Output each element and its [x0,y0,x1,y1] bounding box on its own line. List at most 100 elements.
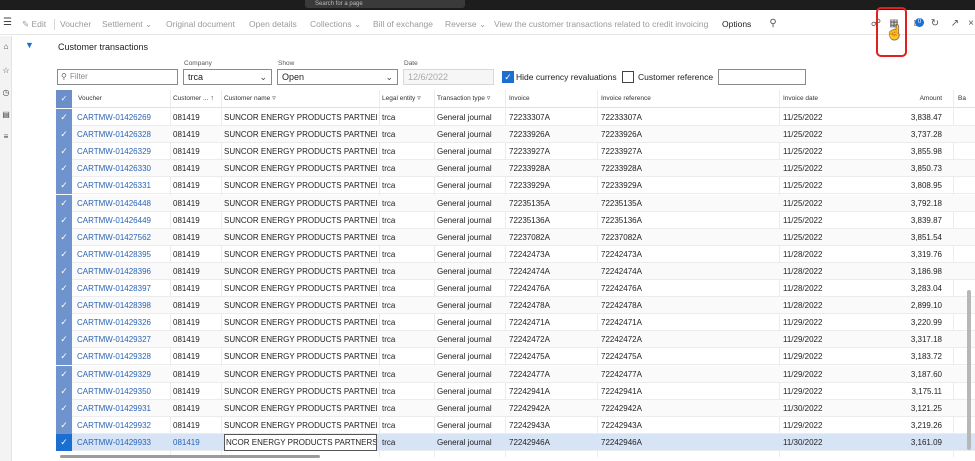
global-search-box[interactable]: Search for a page [305,0,465,8]
row-select-checkbox[interactable]: ✓ [56,433,72,451]
customer-reference-input[interactable] [718,69,806,85]
horizontal-scrollbar[interactable] [60,455,320,458]
voucher-cell[interactable]: CARTMW-01428398 [77,297,169,314]
table-row[interactable]: ✓ CARTMW-01428396 081419 SUNCOR ENERGY PROD… [56,262,975,280]
voucher-cell[interactable]: CARTMW-01427562 [77,229,169,246]
search-icon[interactable]: ⚲ [766,17,780,31]
voucher-cell[interactable]: CARTMW-01428397 [77,280,169,297]
open-details-button[interactable]: Open details [249,13,297,35]
credit-invoicing-transactions-button[interactable]: View the customer transactions related t… [494,13,708,35]
voucher-cell[interactable]: CARTMW-01426448 [77,195,169,212]
row-select-checkbox[interactable]: ✓ [56,245,72,263]
voucher-cell[interactable]: CARTMW-01426329 [77,143,169,160]
workspace-icon[interactable]: ▤ [1,110,11,119]
options-tab[interactable]: Options [722,13,751,35]
show-select[interactable]: Open ⌄ [277,69,398,85]
row-select-checkbox[interactable]: ✓ [56,416,72,434]
table-row[interactable]: ✓ CARTMW-01429329 081419 SUNCOR ENERGY PROD… [56,365,975,383]
row-select-checkbox[interactable]: ✓ [56,348,72,366]
hamburger-icon[interactable]: ☰ [3,18,13,28]
column-header-invoice-reference[interactable]: Invoice reference [601,90,651,108]
row-select-checkbox[interactable]: ✓ [56,143,72,161]
company-select[interactable]: trca ⌄ [183,69,272,85]
table-row[interactable]: ✓ CARTMW-01426328 081419 SUNCOR ENERGY PROD… [56,126,975,144]
voucher-cell[interactable]: CARTMW-01429326 [77,314,169,331]
table-row[interactable]: ✓ CARTMW-01426330 081419 SUNCOR ENERGY PROD… [56,160,975,178]
grid-filter-input[interactable]: ⚲ Filter [57,69,178,85]
row-select-checkbox[interactable]: ✓ [56,280,72,297]
row-select-checkbox[interactable]: ✓ [56,314,72,332]
close-icon[interactable]: × [964,17,975,31]
row-select-checkbox[interactable]: ✓ [56,160,72,178]
column-header-voucher[interactable]: Voucher [78,90,102,108]
table-row[interactable]: ✓ CARTMW-01429328 081419 SUNCOR ENERGY PROD… [56,348,975,366]
voucher-cell[interactable]: CARTMW-01429350 [77,383,169,400]
row-select-checkbox[interactable]: ✓ [56,365,72,383]
voucher-cell[interactable]: CARTMW-01426330 [77,160,169,177]
table-row[interactable]: ✓ CARTMW-01428395 081419 SUNCOR ENERGY PROD… [56,245,975,263]
settlement-menu[interactable]: Settlement ⌄ [102,13,152,35]
voucher-cell[interactable]: CARTMW-01426269 [77,109,169,126]
column-header-transaction-type[interactable]: Transaction type ▿ [437,90,490,108]
table-row[interactable]: ✓ CARTMW-01429933 081419 NCOR ENERGY PRODUC… [56,433,975,451]
table-row[interactable]: ✓ CARTMW-01429326 081419 SUNCOR ENERGY PROD… [56,314,975,332]
customer-reference-checkbox[interactable] [622,71,634,83]
voucher-cell[interactable]: CARTMW-01426331 [77,177,169,194]
popout-icon[interactable]: ↗ [948,17,962,31]
collections-menu[interactable]: Collections ⌄ [310,13,361,35]
voucher-cell[interactable]: CARTMW-01429933 [77,434,169,451]
reverse-menu[interactable]: Reverse ⌄ [445,13,486,35]
row-select-checkbox[interactable]: ✓ [56,382,72,400]
vertical-scrollbar[interactable] [967,290,971,450]
table-row[interactable]: ✓ CARTMW-01426331 081419 SUNCOR ENERGY PROD… [56,177,975,195]
recent-icon[interactable]: ◷ [1,88,11,97]
row-select-checkbox[interactable]: ✓ [56,211,72,229]
voucher-cell[interactable]: CARTMW-01426328 [77,126,169,143]
voucher-cell[interactable]: CARTMW-01426449 [77,212,169,229]
row-select-checkbox[interactable]: ✓ [56,126,72,144]
column-header-invoice[interactable]: Invoice [509,90,530,108]
star-icon[interactable]: ☆ [1,66,11,75]
edit-button[interactable]: ✎ Edit [22,13,46,35]
table-row[interactable]: ✓ CARTMW-01426329 081419 SUNCOR ENERGY PROD… [56,143,975,161]
voucher-cell[interactable]: CARTMW-01428395 [77,246,169,263]
customer-name-cell[interactable]: NCOR ENERGY PRODUCTS PARTNERSHIP [224,433,377,451]
column-header-amount[interactable]: Amount [912,90,942,108]
row-select-checkbox[interactable]: ✓ [56,262,72,280]
refresh-icon[interactable]: ↻ [928,17,942,31]
table-row[interactable]: ✓ CARTMW-01427562 081419 SUNCOR ENERGY PROD… [56,228,975,246]
voucher-cell[interactable]: CARTMW-01429931 [77,400,169,417]
row-select-checkbox[interactable]: ✓ [56,177,72,195]
table-row[interactable]: ✓ CARTMW-01428397 081419 SUNCOR ENERGY PROD… [56,280,975,297]
voucher-button[interactable]: Voucher [60,13,91,35]
table-row[interactable]: ✓ CARTMW-01429327 081419 SUNCOR ENERGY PROD… [56,331,975,349]
column-header-legal-entity[interactable]: Legal entity ▿ [382,90,421,108]
filter-pane-icon[interactable]: ▼ [25,40,34,50]
list-icon[interactable]: ≡ [1,132,11,141]
voucher-cell[interactable]: CARTMW-01428396 [77,263,169,280]
table-row[interactable]: ✓ CARTMW-01429350 081419 SUNCOR ENERGY PROD… [56,382,975,400]
table-row[interactable]: ✓ CARTMW-01428398 081419 SUNCOR ENERGY PROD… [56,297,975,315]
home-icon[interactable]: ⌂ [1,42,11,51]
select-all-checkbox[interactable]: ✓ [56,90,72,108]
row-select-checkbox[interactable]: ✓ [56,228,72,246]
original-document-button[interactable]: Original document [166,13,235,35]
column-header-balance[interactable]: Ba [958,90,966,108]
row-select-checkbox[interactable]: ✓ [56,109,72,126]
column-header-customer-name[interactable]: Customer name ▿ [224,90,276,108]
row-select-checkbox[interactable]: ✓ [56,194,72,212]
voucher-cell[interactable]: CARTMW-01429932 [77,417,169,434]
voucher-cell[interactable]: CARTMW-01429327 [77,331,169,348]
row-select-checkbox[interactable]: ✓ [56,297,72,315]
table-row[interactable]: ✓ CARTMW-01426448 081419 SUNCOR ENERGY PROD… [56,194,975,212]
row-select-checkbox[interactable]: ✓ [56,331,72,349]
table-row[interactable]: ✓ CARTMW-01426449 081419 SUNCOR ENERGY PROD… [56,211,975,229]
table-row[interactable]: ✓ CARTMW-01429931 081419 SUNCOR ENERGY PROD… [56,399,975,417]
voucher-cell[interactable]: CARTMW-01429329 [77,366,169,383]
table-row[interactable]: ✓ CARTMW-01426269 081419 SUNCOR ENERGY PROD… [56,109,975,126]
customer-account-cell[interactable]: 081419 [173,434,219,451]
column-header-customer-account[interactable]: Customer ... ↑ [173,90,214,108]
bill-of-exchange-button[interactable]: Bill of exchange [373,13,433,35]
table-row[interactable]: ✓ CARTMW-01429932 081419 SUNCOR ENERGY PROD… [56,416,975,434]
voucher-cell[interactable]: CARTMW-01429328 [77,348,169,365]
